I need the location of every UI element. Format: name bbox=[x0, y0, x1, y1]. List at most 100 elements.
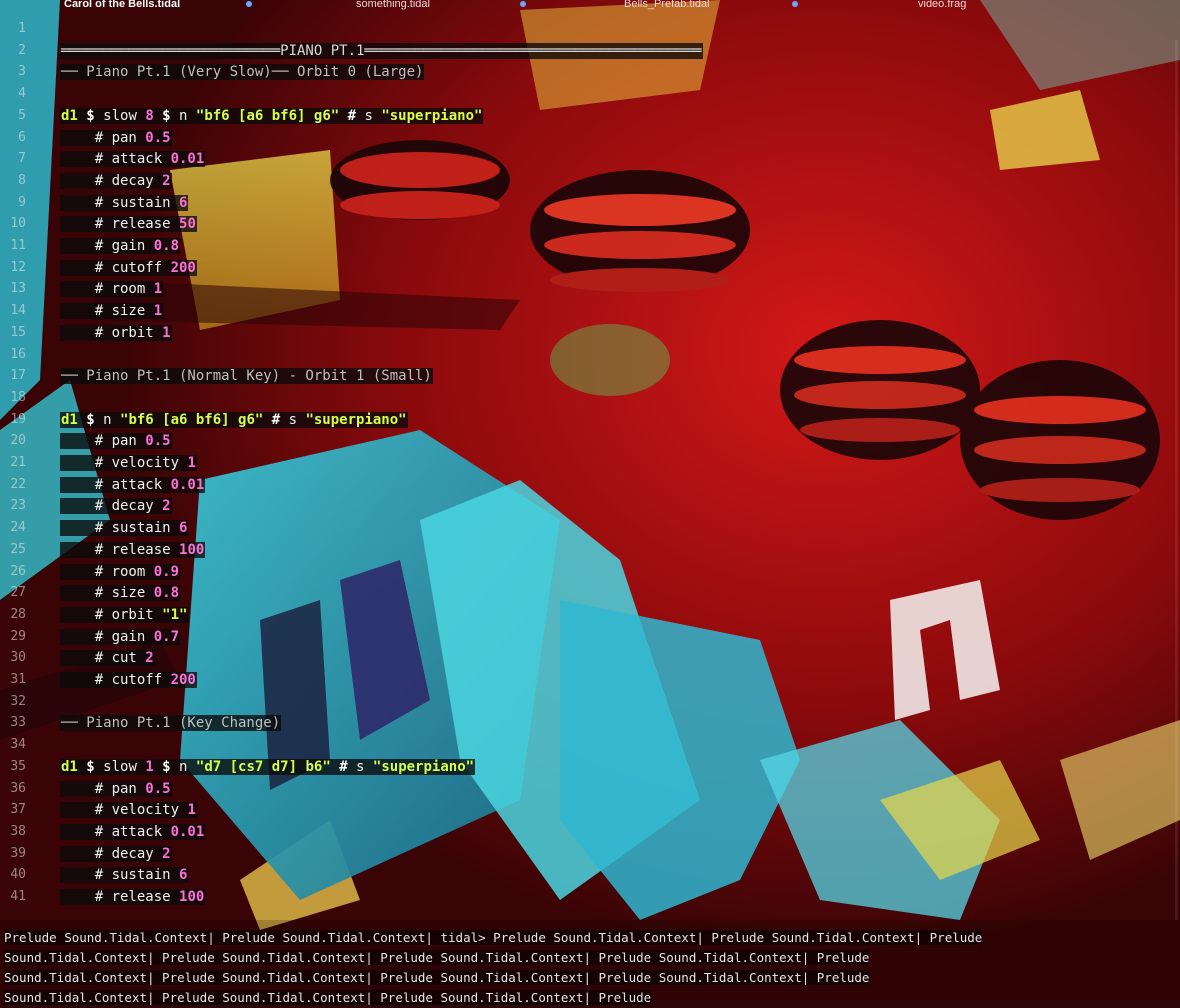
code-token: # bbox=[347, 107, 365, 124]
code-token: ── Piano Pt.1 (Very Slow)── Orbit 0 (Lar… bbox=[61, 64, 424, 81]
code-token: # orbit bbox=[61, 324, 163, 341]
code-token: # release bbox=[61, 889, 180, 905]
code-line[interactable]: # release 100 bbox=[60, 541, 206, 559]
tab-something[interactable]: something.tidal bbox=[356, 0, 430, 10]
code-token: ── Piano Pt.1 (Key Change) bbox=[61, 715, 281, 732]
code-token: s bbox=[288, 411, 306, 428]
line-number: 13 bbox=[10, 281, 26, 297]
code-token: 0.5 bbox=[145, 780, 171, 797]
line-number: 5 bbox=[18, 107, 26, 123]
code-line-highlight: # cutoff 200 bbox=[60, 259, 197, 276]
code-line[interactable]: # sustain 6 bbox=[60, 866, 189, 884]
line-number: 4 bbox=[18, 86, 26, 102]
line-number: 36 bbox=[10, 780, 26, 796]
line-number: 31 bbox=[10, 672, 26, 687]
code-editor[interactable]: 1 2 ══════════════════════════PIANO PT.1══… bbox=[0, 16, 1180, 920]
code-token: # gain bbox=[61, 628, 154, 645]
code-line-highlight: # sustain 6 bbox=[60, 194, 189, 211]
tab-carol-of-the-bells[interactable]: Carol of the Bells.tidal bbox=[64, 0, 180, 10]
code-line[interactable]: # sustain 6 bbox=[60, 194, 189, 212]
code-line[interactable]: # cutoff 200 bbox=[60, 671, 197, 689]
code-line[interactable]: # decay 2 bbox=[60, 497, 172, 515]
code-token: # gain bbox=[61, 238, 154, 254]
code-token: # orbit bbox=[61, 606, 163, 623]
code-line[interactable]: d1 $ slow 1 $ n "d7 [cs7 d7] b6" # s "su… bbox=[60, 758, 476, 776]
code-token: 0.01 bbox=[170, 476, 205, 493]
code-token: 50 bbox=[179, 216, 196, 233]
code-line-highlight: # gain 0.8 bbox=[60, 238, 181, 254]
code-line-highlight: ── Piano Pt.1 (Normal Key) - Orbit 1 (Sm… bbox=[60, 368, 433, 385]
line-number: 32 bbox=[10, 693, 26, 709]
code-line-highlight: # pan 0.5 bbox=[60, 129, 172, 146]
code-token: # room bbox=[61, 281, 154, 298]
code-line[interactable]: # cutoff 200 bbox=[60, 259, 197, 277]
code-line[interactable]: ══════════════════════════PIANO PT.1════… bbox=[60, 42, 703, 60]
code-token: # release bbox=[61, 541, 180, 558]
code-token: # pan bbox=[61, 433, 146, 450]
code-line[interactable]: ── Piano Pt.1 (Normal Key) - Orbit 1 (Sm… bbox=[60, 367, 433, 385]
code-line[interactable]: d1 $ slow 8 $ n "bf6 [a6 bf6] g6" # s "s… bbox=[60, 107, 484, 125]
unsaved-dot-icon bbox=[520, 1, 526, 7]
line-number: 28 bbox=[10, 606, 26, 622]
code-line[interactable]: # orbit "1" bbox=[60, 606, 189, 624]
code-line[interactable]: # pan 0.5 bbox=[60, 432, 172, 450]
code-line[interactable]: # size 1 bbox=[60, 302, 164, 320]
code-token: # attack bbox=[61, 476, 171, 493]
code-line[interactable]: # room 0.9 bbox=[60, 563, 181, 581]
code-line[interactable]: # release 100 bbox=[60, 888, 206, 906]
code-line-highlight: # release 100 bbox=[60, 541, 206, 558]
code-token: # release bbox=[61, 216, 180, 233]
code-token: 8 bbox=[145, 107, 163, 124]
code-line[interactable]: # attack 0.01 bbox=[60, 823, 206, 841]
code-token: # cutoff bbox=[61, 672, 171, 688]
line-number: 27 bbox=[10, 585, 26, 601]
code-line-highlight: # room 0.9 bbox=[60, 563, 181, 580]
line-number: 2 bbox=[18, 42, 26, 58]
code-line[interactable]: # cut 2 bbox=[60, 649, 155, 667]
code-line-highlight: # pan 0.5 bbox=[60, 780, 172, 797]
code-line[interactable]: ── Piano Pt.1 (Key Change) bbox=[60, 714, 282, 732]
code-line[interactable]: # sustain 6 bbox=[60, 519, 189, 537]
console-line: Prelude Sound.Tidal.Context| Prelude Sou… bbox=[4, 928, 1176, 948]
code-line[interactable]: # pan 0.5 bbox=[60, 780, 172, 798]
code-line-highlight: # velocity 1 bbox=[60, 455, 197, 471]
code-line[interactable]: # room 1 bbox=[60, 280, 164, 298]
code-line[interactable]: # decay 2 bbox=[60, 845, 172, 863]
line-number: 8 bbox=[18, 172, 26, 188]
code-line[interactable]: ── Piano Pt.1 (Very Slow)── Orbit 0 (Lar… bbox=[60, 63, 425, 81]
code-token: 0.01 bbox=[170, 823, 205, 840]
tab-bells-prefab[interactable]: Bells_Prefab.tidal bbox=[624, 0, 710, 10]
tab-bar: Carol of the Bells.tidal something.tidal… bbox=[0, 0, 1180, 12]
code-line-highlight: d1 $ n "bf6 [a6 bf6] g6" # s "superpiano… bbox=[60, 411, 408, 428]
code-line[interactable]: # velocity 1 bbox=[60, 801, 197, 819]
line-number: 18 bbox=[10, 389, 26, 405]
code-line[interactable]: # size 0.8 bbox=[60, 584, 181, 602]
code-line[interactable]: # attack 0.01 bbox=[60, 150, 206, 168]
code-line[interactable]: # pan 0.5 bbox=[60, 129, 172, 147]
code-line[interactable]: # attack 0.01 bbox=[60, 476, 206, 494]
code-token: 1 bbox=[162, 324, 171, 341]
code-line-highlight: # sustain 6 bbox=[60, 520, 189, 537]
code-token: ══════════════════════════PIANO PT.1════… bbox=[61, 42, 702, 59]
code-line[interactable]: # decay 2 bbox=[60, 172, 172, 190]
code-line[interactable]: # gain 0.7 bbox=[60, 628, 181, 646]
code-line-highlight: # orbit 1 bbox=[60, 324, 172, 341]
code-token: 6 bbox=[179, 520, 188, 537]
code-token: # bbox=[271, 411, 289, 428]
code-line[interactable]: # gain 0.8 bbox=[60, 237, 181, 255]
code-token: 200 bbox=[170, 672, 196, 688]
code-line-highlight: # orbit "1" bbox=[60, 606, 189, 623]
code-line[interactable]: # orbit 1 bbox=[60, 324, 172, 342]
code-line[interactable]: d1 $ n "bf6 [a6 bf6] g6" # s "superpiano… bbox=[60, 411, 408, 429]
line-number: 30 bbox=[10, 650, 26, 666]
code-line-highlight: # attack 0.01 bbox=[60, 823, 206, 840]
code-token: 2 bbox=[162, 845, 171, 862]
console-line: Sound.Tidal.Context| Prelude Sound.Tidal… bbox=[4, 968, 1176, 988]
code-token: d1 bbox=[61, 107, 87, 124]
tab-video-frag[interactable]: video.frag bbox=[918, 0, 966, 10]
code-line[interactable]: # release 50 bbox=[60, 215, 197, 233]
code-token: # room bbox=[61, 563, 154, 580]
code-line[interactable]: # velocity 1 bbox=[60, 454, 197, 472]
code-token: $ bbox=[86, 411, 104, 428]
line-number: 41 bbox=[10, 889, 26, 904]
